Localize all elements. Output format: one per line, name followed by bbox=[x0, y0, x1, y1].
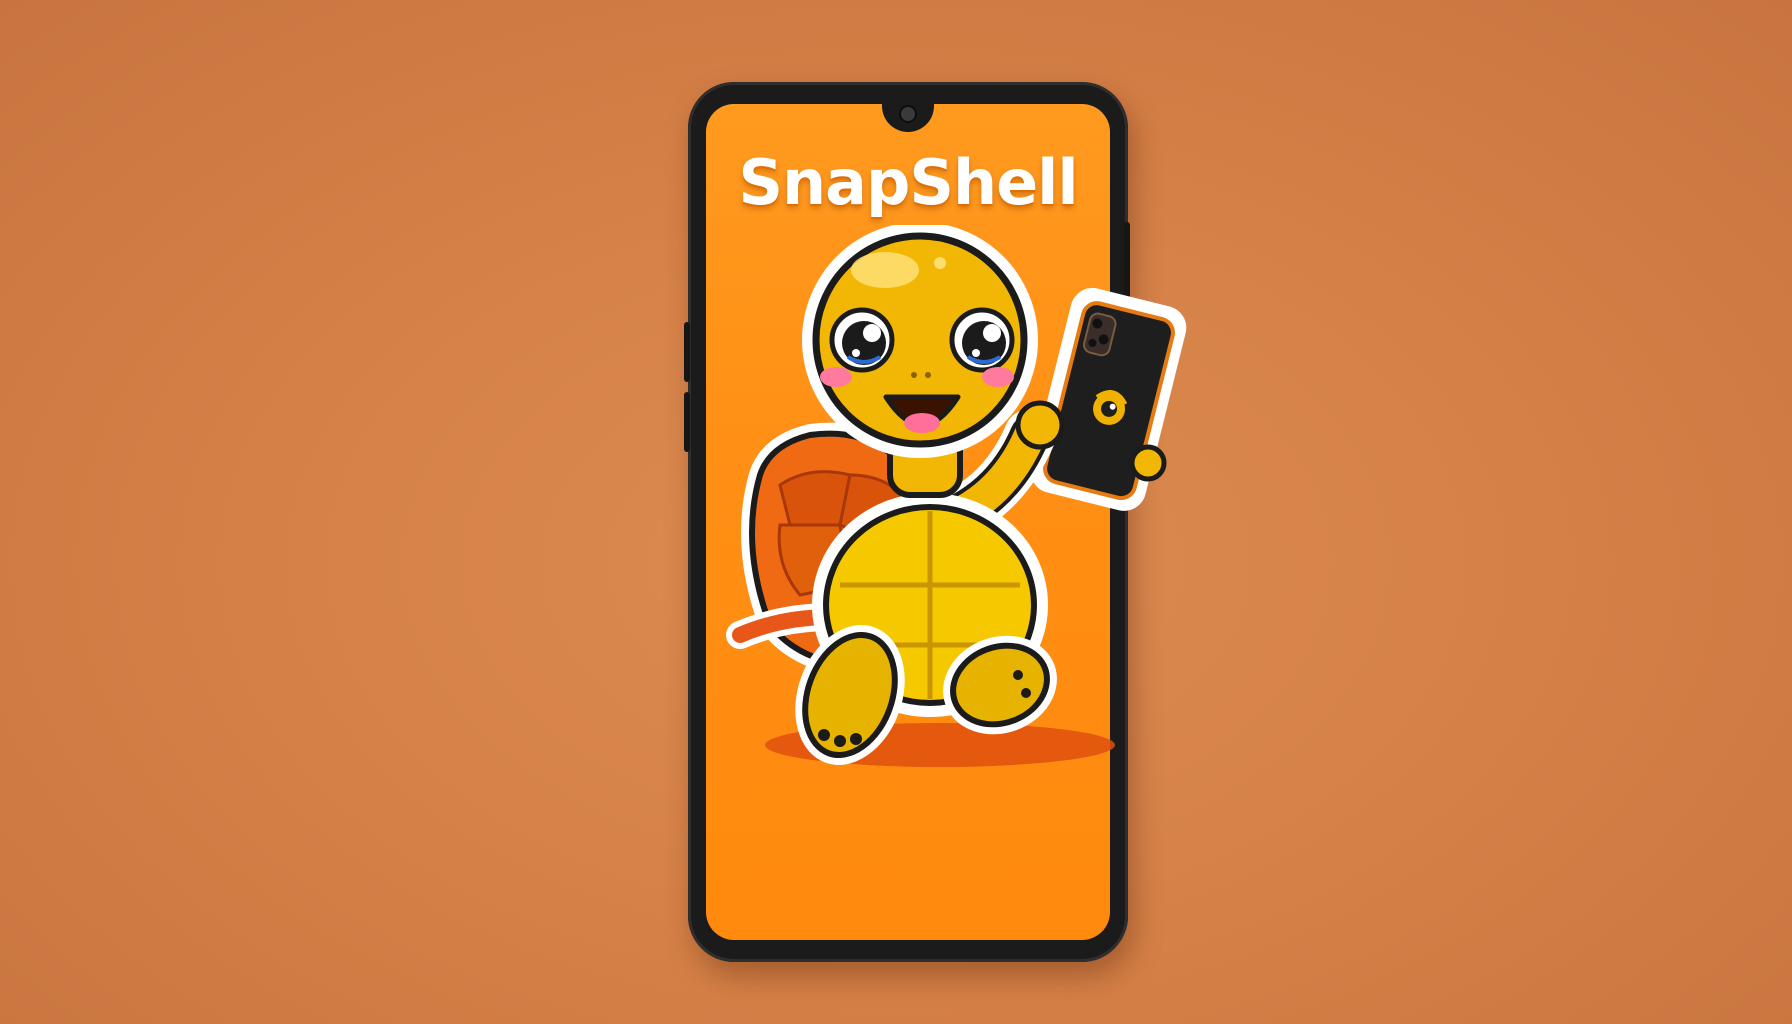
turtle-cheek-right bbox=[982, 367, 1014, 387]
app-title: SnapShell bbox=[738, 146, 1078, 219]
camera-lens-icon bbox=[901, 107, 915, 121]
held-phone bbox=[1030, 287, 1187, 511]
turtle-cheek-left bbox=[820, 367, 852, 387]
screen-notch bbox=[882, 104, 934, 132]
volume-down-button bbox=[684, 392, 690, 452]
volume-button bbox=[684, 322, 690, 382]
turtle-right-eye bbox=[949, 307, 1015, 373]
turtle-left-eye bbox=[829, 307, 895, 373]
turtle-mascot-icon bbox=[726, 225, 1187, 767]
